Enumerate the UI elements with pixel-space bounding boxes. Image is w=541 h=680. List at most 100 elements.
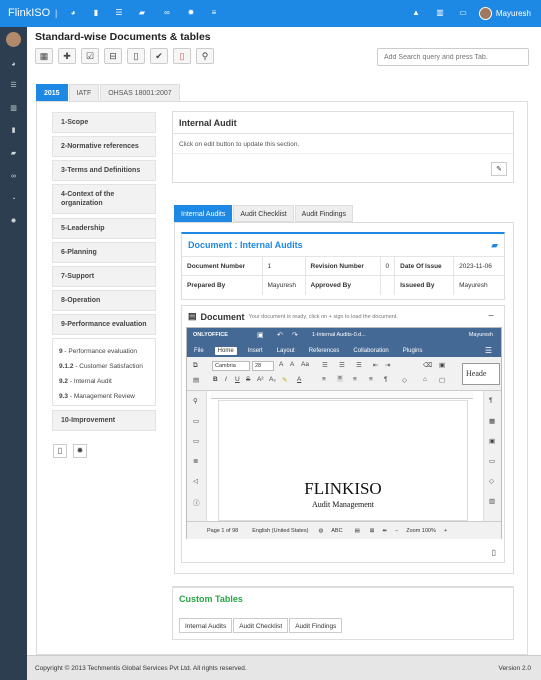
nav-normative-references[interactable]: 2-Normative references xyxy=(52,136,156,157)
align-right-icon[interactable]: ≡ xyxy=(353,376,357,383)
chat-icon[interactable]: ▭ xyxy=(193,437,199,445)
table-view-button[interactable]: ▦ xyxy=(35,48,53,64)
track-changes-icon[interactable]: ▤ xyxy=(355,528,360,534)
custom-tab-internal-audits[interactable]: Internal Audits xyxy=(179,618,233,633)
dashboard-icon[interactable]: ◕ xyxy=(68,8,78,18)
tab-internal-audits[interactable]: Internal Audits xyxy=(174,205,233,222)
superscript-icon[interactable]: A² xyxy=(257,376,264,383)
list-icon[interactable]: ☰ xyxy=(9,81,18,90)
justify-icon[interactable]: ≡ xyxy=(369,376,373,383)
brand-logo[interactable]: FlinkISO xyxy=(8,7,50,19)
shape-settings-icon[interactable]: ◇ xyxy=(489,477,494,485)
link-icon[interactable]: ∞ xyxy=(9,172,18,181)
subnav-item[interactable]: 9.1.2 - Customer Satisfaction xyxy=(59,359,149,374)
minimize-button[interactable]: − xyxy=(488,311,494,322)
font-size-select[interactable]: 28 xyxy=(252,361,274,371)
nav-context-organization[interactable]: 4-Context of the organization xyxy=(52,184,156,214)
menu-home[interactable]: Home xyxy=(214,346,237,355)
save-icon[interactable]: ▣ xyxy=(257,331,264,339)
link-icon[interactable]: ∞ xyxy=(162,8,172,18)
menu-plugins[interactable]: Plugins xyxy=(400,347,426,355)
nav-scope[interactable]: 1-Scope xyxy=(52,112,156,133)
navigation-icon[interactable]: ≣ xyxy=(193,457,198,465)
text-art-icon[interactable]: ▢ xyxy=(439,376,445,384)
list-icon[interactable]: ☰ xyxy=(114,8,124,18)
approve-button[interactable]: ☑ xyxy=(81,48,99,64)
bullets-icon[interactable]: ☰ xyxy=(322,361,328,369)
table-settings-icon[interactable]: ▦ xyxy=(489,417,495,425)
undo-icon[interactable]: ↶ xyxy=(277,331,283,339)
tab-2015[interactable]: 2015 xyxy=(36,84,68,101)
database-icon[interactable]: ≡ xyxy=(209,8,219,18)
edit-icon[interactable]: ✎ xyxy=(491,162,507,176)
strikethrough-icon[interactable]: S xyxy=(246,376,250,383)
nav-support[interactable]: 7-Support xyxy=(52,266,156,287)
header-footer-icon[interactable]: ▭ xyxy=(489,457,495,465)
onlyoffice-editor[interactable]: ONLYOFFICE ▣ ↶ ↷ 1-Internal Audits-0.d..… xyxy=(186,327,502,539)
dashboard-icon[interactable]: ◕ xyxy=(9,60,18,69)
custom-tab-audit-checklist[interactable]: Audit Checklist xyxy=(233,618,289,633)
zoom-out-icon[interactable]: − xyxy=(395,528,398,534)
menu-layout[interactable]: Layout xyxy=(274,347,298,355)
hamburger-icon[interactable]: ☰ xyxy=(482,345,495,356)
image-insert-icon[interactable]: ▣ xyxy=(439,361,445,369)
document-page[interactable]: FLINKISO Audit Management xyxy=(218,400,468,521)
image-settings-icon[interactable]: ▣ xyxy=(489,437,495,445)
pie-chart-icon[interactable]: ◔ xyxy=(9,195,18,204)
zoom-in-icon[interactable]: + xyxy=(444,528,447,534)
nav-leadership[interactable]: 5-Leadership xyxy=(52,218,156,239)
credit-card-icon[interactable]: ▭ xyxy=(458,8,468,18)
minus-button[interactable]: ⊟ xyxy=(104,48,122,64)
change-case-icon[interactable]: Aa xyxy=(301,361,309,368)
spellcheck-icon[interactable]: ABC xyxy=(331,528,342,534)
nav-performance-evaluation[interactable]: 9-Performance evaluation xyxy=(52,314,156,335)
globe-icon[interactable]: ◍ xyxy=(318,528,323,534)
shading-icon[interactable]: ◇ xyxy=(402,376,407,384)
gear-button[interactable]: ✹ xyxy=(73,444,87,458)
folder-open-icon[interactable]: ▰ xyxy=(491,240,498,251)
menu-references[interactable]: References xyxy=(306,347,343,355)
subnav-item[interactable]: 9.3 - Management Review xyxy=(59,389,149,404)
paragraph-settings-icon[interactable]: ¶ xyxy=(489,397,493,404)
page-count[interactable]: Page 1 of 98 xyxy=(207,528,238,534)
purge-button[interactable]: ▯ xyxy=(173,48,191,64)
decrease-indent-icon[interactable]: ⇤ xyxy=(373,361,378,369)
language-indicator[interactable]: English (United States) xyxy=(252,528,308,534)
user-menu[interactable]: Mayuresh xyxy=(478,5,531,21)
paste-icon[interactable]: ▤ xyxy=(193,376,199,384)
grow-font-icon[interactable]: A xyxy=(279,361,283,368)
underline-icon[interactable]: U xyxy=(235,376,240,383)
delete-button[interactable]: ▯ xyxy=(127,48,145,64)
info-icon[interactable]: ⓘ xyxy=(193,497,200,507)
fit-width-icon[interactable]: ⇹ xyxy=(382,528,387,534)
copy-icon[interactable]: ⧉ xyxy=(193,362,198,370)
eraser-icon[interactable]: ⌫ xyxy=(423,361,432,369)
numbering-icon[interactable]: ☰ xyxy=(339,361,345,369)
font-name-select[interactable]: Cambria xyxy=(212,361,250,371)
menu-file[interactable]: File xyxy=(191,347,207,355)
subnav-item[interactable]: 9.2 - Internal Audit xyxy=(59,374,149,389)
custom-tab-audit-findings[interactable]: Audit Findings xyxy=(289,618,343,633)
search-icon[interactable]: ⚲ xyxy=(193,397,198,405)
style-gallery-preview[interactable]: Heade xyxy=(462,363,500,385)
search-input[interactable] xyxy=(377,48,529,66)
feedback-icon[interactable]: ◁ xyxy=(193,477,198,485)
tab-audit-findings[interactable]: Audit Findings xyxy=(294,205,354,222)
font-color-icon[interactable]: A xyxy=(297,376,301,383)
tab-iatf[interactable]: IATF xyxy=(68,84,100,101)
align-center-icon[interactable]: ≡ xyxy=(337,375,343,382)
search-button[interactable]: ⚲ xyxy=(196,48,214,64)
subscript-icon[interactable]: A₂ xyxy=(269,376,276,383)
nav-operation[interactable]: 8-Operation xyxy=(52,290,156,311)
settings-icon[interactable]: ✹ xyxy=(9,217,18,226)
check-button[interactable]: ✔ xyxy=(150,48,168,64)
tab-audit-checklist[interactable]: Audit Checklist xyxy=(233,205,294,222)
italic-icon[interactable]: I xyxy=(225,376,227,383)
comment-icon[interactable]: ▭ xyxy=(193,417,199,425)
redo-icon[interactable]: ↷ xyxy=(292,331,298,339)
multilevel-icon[interactable]: ☰ xyxy=(356,361,362,369)
fit-page-icon[interactable]: ⊠ xyxy=(370,528,375,534)
settings-icon[interactable]: ✹ xyxy=(186,8,196,18)
trash-button[interactable]: ▯ xyxy=(53,444,67,458)
highlight-icon[interactable]: ✎ xyxy=(282,376,287,384)
